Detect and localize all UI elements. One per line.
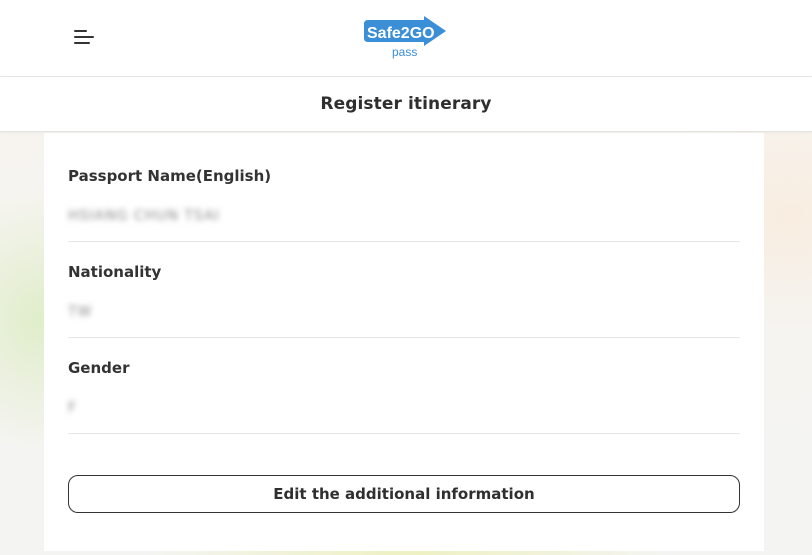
- nationality-field: Nationality TW: [68, 242, 740, 338]
- passport-name-field: Passport Name(English) HSIANG CHUN TSAI: [68, 146, 740, 242]
- logo-sub-text: pass: [392, 45, 417, 59]
- nationality-value: TW: [68, 304, 93, 320]
- page-title: Register itinerary: [320, 94, 492, 114]
- gender-field: Gender F: [68, 338, 740, 434]
- title-bar: Register itinerary: [0, 77, 812, 132]
- passport-name-label: Passport Name(English): [68, 167, 272, 185]
- gender-value: F: [68, 400, 78, 416]
- nationality-label: Nationality: [68, 263, 162, 281]
- profile-card: Passport Name(English) HSIANG CHUN TSAI …: [44, 133, 764, 551]
- safe2go-pass-logo[interactable]: Safe2GO pass: [362, 14, 448, 60]
- edit-additional-info-button[interactable]: Edit the additional information: [68, 475, 740, 513]
- top-header: Safe2GO pass: [0, 0, 812, 77]
- logo-brand-text: Safe2GO: [367, 25, 435, 42]
- gender-label: Gender: [68, 359, 130, 377]
- hamburger-menu-icon[interactable]: [72, 27, 96, 47]
- passport-name-value: HSIANG CHUN TSAI: [68, 208, 220, 224]
